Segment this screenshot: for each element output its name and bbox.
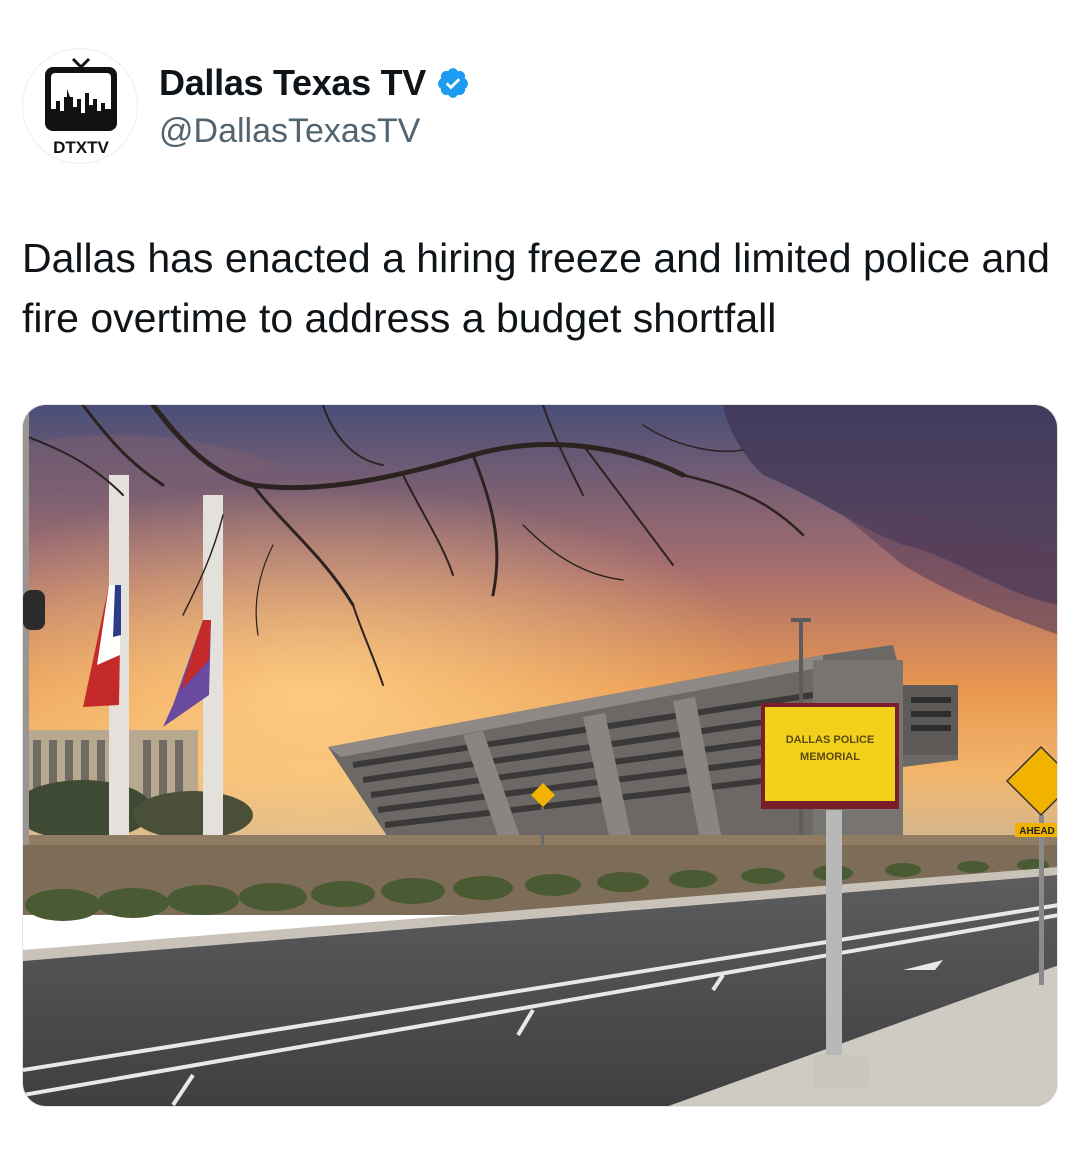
verified-badge-icon xyxy=(438,68,468,98)
tweet-header: DTXTV Dallas Texas TV @DallasTexasTV xyxy=(22,48,1058,168)
author-info: Dallas Texas TV @DallasTexasTV xyxy=(159,62,470,151)
sign-line-1: DALLAS POLICE xyxy=(786,734,875,746)
sign-line-2: MEMORIAL xyxy=(800,751,860,763)
author-handle[interactable]: @DallasTexasTV xyxy=(159,112,470,151)
road-sign-text: AHEAD xyxy=(1019,826,1055,837)
avatar-logo-text: DTXTV xyxy=(53,138,109,157)
tweet-media-photo[interactable]: DALLAS POLICE MEMORIAL AHEAD xyxy=(22,404,1058,1107)
display-name[interactable]: Dallas Texas TV xyxy=(159,62,426,104)
dallas-city-hall-photo: DALLAS POLICE MEMORIAL AHEAD xyxy=(23,405,1057,1106)
dtxtv-logo-icon: DTXTV xyxy=(45,57,117,157)
avatar[interactable]: DTXTV xyxy=(22,48,138,164)
tweet-text: Dallas has enacted a hiring freeze and l… xyxy=(22,235,1050,341)
